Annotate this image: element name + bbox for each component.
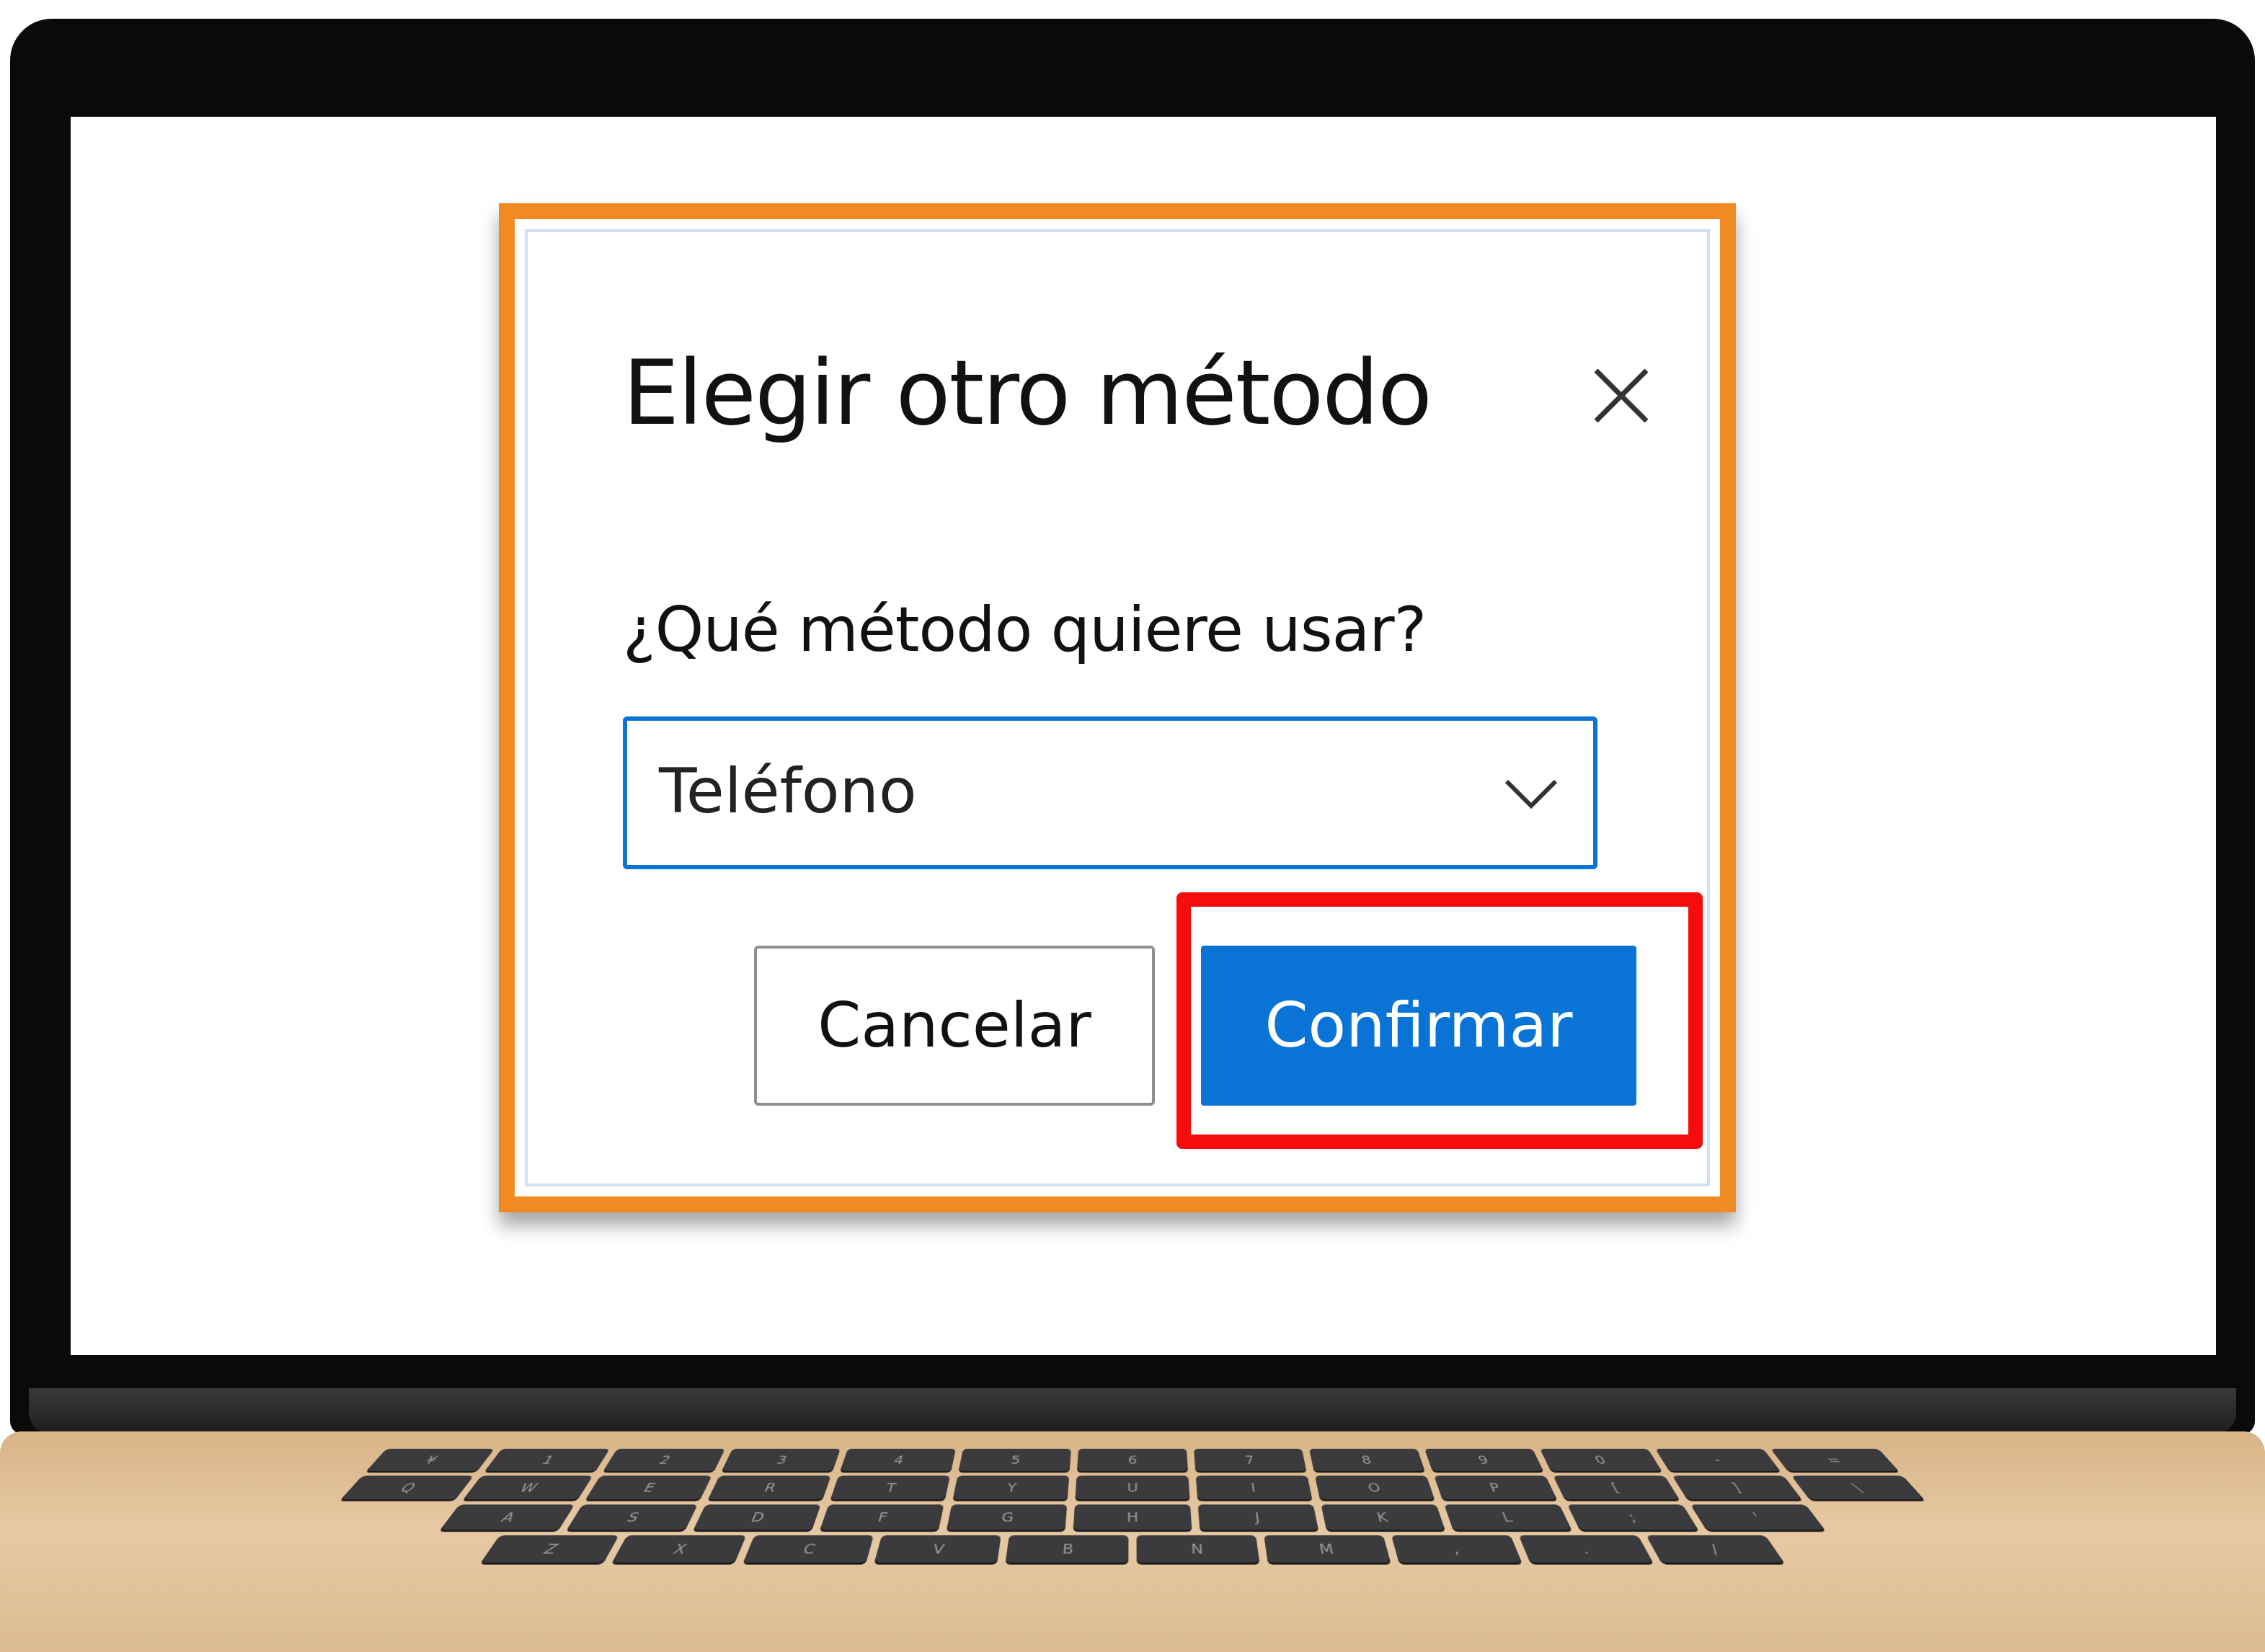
keyboard-row: Z X C V B N M , . /	[0, 1535, 2265, 1563]
key: J	[1197, 1504, 1318, 1530]
key: D	[693, 1504, 821, 1530]
key: G	[947, 1504, 1068, 1530]
key: B	[1005, 1535, 1129, 1563]
key: 2	[603, 1449, 725, 1471]
key: 7	[1194, 1449, 1307, 1471]
dialog-title: Elegir otro método	[623, 342, 1432, 445]
key: [	[1553, 1475, 1680, 1500]
key: M	[1264, 1535, 1391, 1563]
key: Z	[481, 1535, 619, 1563]
key: 1	[484, 1449, 610, 1471]
method-select-value: Teléfono	[659, 755, 917, 827]
key: ]	[1672, 1475, 1802, 1500]
laptop-hinge	[29, 1388, 2236, 1434]
method-select[interactable]: Teléfono	[623, 716, 1597, 869]
key: O	[1314, 1475, 1435, 1500]
key: A	[440, 1504, 575, 1530]
key: K	[1321, 1504, 1445, 1530]
key: 0	[1540, 1449, 1662, 1471]
keyboard-row: A S D F G H J K L ; '	[0, 1504, 2265, 1530]
key: '	[1690, 1504, 1825, 1530]
key: C	[743, 1535, 874, 1563]
key: I	[1195, 1475, 1313, 1500]
key: 9	[1424, 1449, 1543, 1471]
key: 8	[1309, 1449, 1425, 1471]
choose-method-dialog: Elegir otro método ¿Qué método quiere us…	[499, 203, 1736, 1212]
key: ,	[1391, 1535, 1522, 1563]
chevron-down-icon	[1504, 779, 1558, 809]
key: F	[820, 1504, 944, 1530]
cancel-button[interactable]: Cancelar	[754, 946, 1155, 1106]
method-question-label: ¿Qué método quiere usar?	[623, 594, 1427, 666]
key: .	[1518, 1535, 1653, 1563]
key: X	[612, 1535, 747, 1563]
laptop-lid: Elegir otro método ¿Qué método quiere us…	[10, 19, 2255, 1434]
key: P	[1434, 1475, 1557, 1500]
confirm-button[interactable]: Confirmar	[1201, 946, 1636, 1106]
key: T	[830, 1475, 951, 1500]
laptop-keyboard: ¥ 1 2 3 4 5 6 7 8 9 0 - = Q W E R T Y U …	[0, 1449, 2265, 1573]
key: Y	[952, 1475, 1070, 1500]
keyboard-row: ¥ 1 2 3 4 5 6 7 8 9 0 - =	[14, 1449, 2251, 1471]
key: Q	[340, 1475, 474, 1500]
key: L	[1444, 1504, 1572, 1530]
key: S	[567, 1504, 699, 1530]
laptop-screen: Elegir otro método ¿Qué método quiere us…	[71, 117, 2216, 1355]
key: H	[1073, 1504, 1192, 1530]
key: ¥	[366, 1449, 495, 1471]
key: N	[1136, 1535, 1260, 1563]
key: E	[585, 1475, 712, 1500]
keyboard-row: Q W E R T Y U I O P [ ] \	[0, 1475, 2265, 1500]
key: /	[1646, 1535, 1784, 1563]
close-icon[interactable]	[1589, 363, 1654, 428]
key: W	[463, 1475, 593, 1500]
key: 4	[840, 1449, 956, 1471]
key: 6	[1076, 1449, 1189, 1471]
key: =	[1770, 1449, 1899, 1471]
key: \	[1791, 1475, 1925, 1500]
key: V	[874, 1535, 1001, 1563]
key: ;	[1566, 1504, 1698, 1530]
key: 5	[958, 1449, 1071, 1471]
key: U	[1075, 1475, 1190, 1500]
key: -	[1655, 1449, 1781, 1471]
key: R	[708, 1475, 831, 1500]
key: 3	[722, 1449, 841, 1471]
